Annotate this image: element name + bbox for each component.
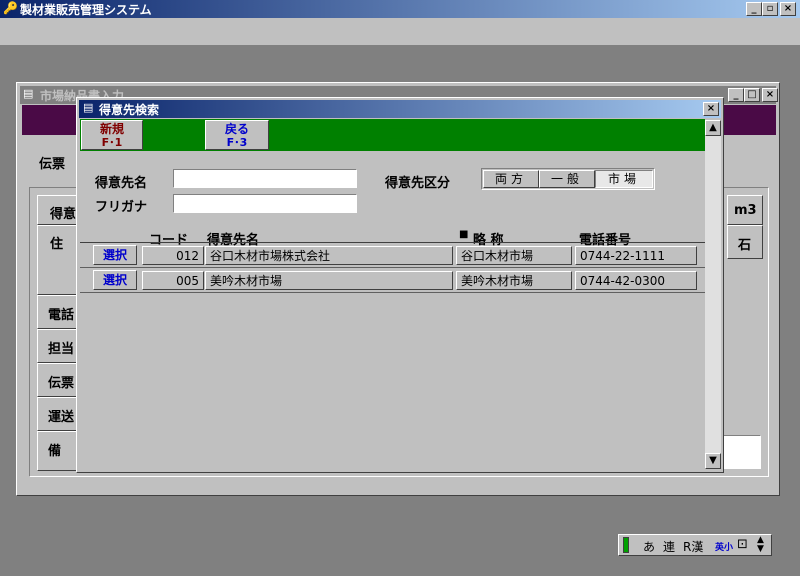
dialog-title-bar: ▤ 得意先検索 × xyxy=(79,100,721,118)
bg-label-koku-box: 石 xyxy=(727,225,763,259)
ime-grip-icon xyxy=(623,537,629,553)
row-short: 谷口木材市場 xyxy=(456,246,572,265)
new-button-label: 新規 xyxy=(99,122,124,136)
app-icon: 🔑 xyxy=(3,1,18,15)
bg-label-denpyo: 伝票 xyxy=(39,157,66,172)
name-input[interactable] xyxy=(173,169,357,188)
select-button[interactable]: 選択 xyxy=(93,270,137,290)
scroll-down-icon[interactable]: ▼ xyxy=(705,453,721,469)
row-phone: 0744-42-0300 xyxy=(575,271,697,290)
dialog-toolbar xyxy=(80,119,705,151)
search-dialog: ▤ 得意先検索 × 新規 F･1 戻る F･3 ▲ ▼ 得意先名 フリガナ 得意… xyxy=(76,97,724,473)
table-row: 選択 005 美吟木材市場 美吟木材市場 0744-42-0300 xyxy=(80,268,705,293)
category-general-button[interactable]: 一般 xyxy=(539,170,595,188)
row-code: 012 xyxy=(142,246,204,265)
name-label: 得意先名 xyxy=(95,176,148,191)
restore-icon[interactable]: ▫ xyxy=(762,2,778,16)
bg-close-icon[interactable]: × xyxy=(762,88,778,102)
bg-minimize-icon[interactable]: _ xyxy=(728,88,744,102)
ime-toolbar: あ 連 R漢 英小 ⊡ ▲ ▼ xyxy=(618,534,772,556)
bg-label-jusho-box: 住 xyxy=(37,225,77,295)
category-both-button[interactable]: 両方 xyxy=(483,170,539,188)
bg-label-tanto-box: 担当 xyxy=(37,329,77,363)
app-title: 製材業販売管理システム xyxy=(20,3,152,17)
back-button[interactable]: 戻る F･3 xyxy=(205,120,269,150)
row-name: 美吟木材市場 xyxy=(205,271,453,290)
kana-input[interactable] xyxy=(173,194,357,213)
ime-menu-icon[interactable]: ▲ ▼ xyxy=(757,536,764,554)
new-button[interactable]: 新規 F･1 xyxy=(81,120,143,150)
ime-mode-eisho[interactable]: 英小 xyxy=(715,540,733,553)
row-code: 005 xyxy=(142,271,204,290)
new-button-key: F･1 xyxy=(101,136,123,149)
dialog-title: 得意先検索 xyxy=(99,103,160,117)
back-button-label: 戻る xyxy=(224,122,249,136)
back-button-key: F･3 xyxy=(226,136,248,149)
bg-label-unso-box: 運送 xyxy=(37,397,77,431)
bg-maximize-icon[interactable]: □ xyxy=(744,88,760,102)
select-button[interactable]: 選択 xyxy=(93,245,137,265)
ime-mode-ren[interactable]: 連 xyxy=(663,538,675,555)
bg-label-bikou-box: 備 xyxy=(37,431,77,471)
ime-mode-hiragana[interactable]: あ xyxy=(643,538,655,555)
kana-label: フリガナ xyxy=(95,200,148,215)
row-phone: 0744-22-1111 xyxy=(575,246,697,265)
bg-remarks-input[interactable] xyxy=(723,435,761,469)
app-title-bar: 🔑 製材業販売管理システム _ ▫ × xyxy=(0,0,800,18)
bg-label-denpyo2-box: 伝票 xyxy=(37,363,77,397)
app-toolbar-area xyxy=(0,18,800,46)
category-market-button[interactable]: 市場 xyxy=(595,170,653,188)
close-icon[interactable]: × xyxy=(780,2,796,16)
scroll-up-icon[interactable]: ▲ xyxy=(705,120,721,136)
category-label: 得意先区分 xyxy=(385,176,451,191)
ime-mode-rkan[interactable]: R漢 xyxy=(683,538,703,555)
row-short: 美吟木材市場 xyxy=(456,271,572,290)
table-row: 選択 012 谷口木材市場株式会社 谷口木材市場 0744-22-1111 xyxy=(80,243,705,268)
row-name: 谷口木材市場株式会社 xyxy=(205,246,453,265)
form-icon: ▤ xyxy=(23,87,34,100)
dialog-close-icon[interactable]: × xyxy=(703,102,719,116)
header-short-marker-icon: ■ xyxy=(459,229,469,240)
bg-label-tokui-box: 得意 xyxy=(37,195,77,225)
minimize-icon[interactable]: _ xyxy=(746,2,762,16)
ime-pad-icon[interactable]: ⊡ xyxy=(737,537,748,552)
bg-label-denwa-box: 電話 xyxy=(37,295,77,329)
dialog-form-icon: ▤ xyxy=(83,101,94,114)
dialog-scrollbar[interactable]: ▲ ▼ xyxy=(705,120,721,469)
bg-label-m3-box: m3 xyxy=(727,195,763,225)
